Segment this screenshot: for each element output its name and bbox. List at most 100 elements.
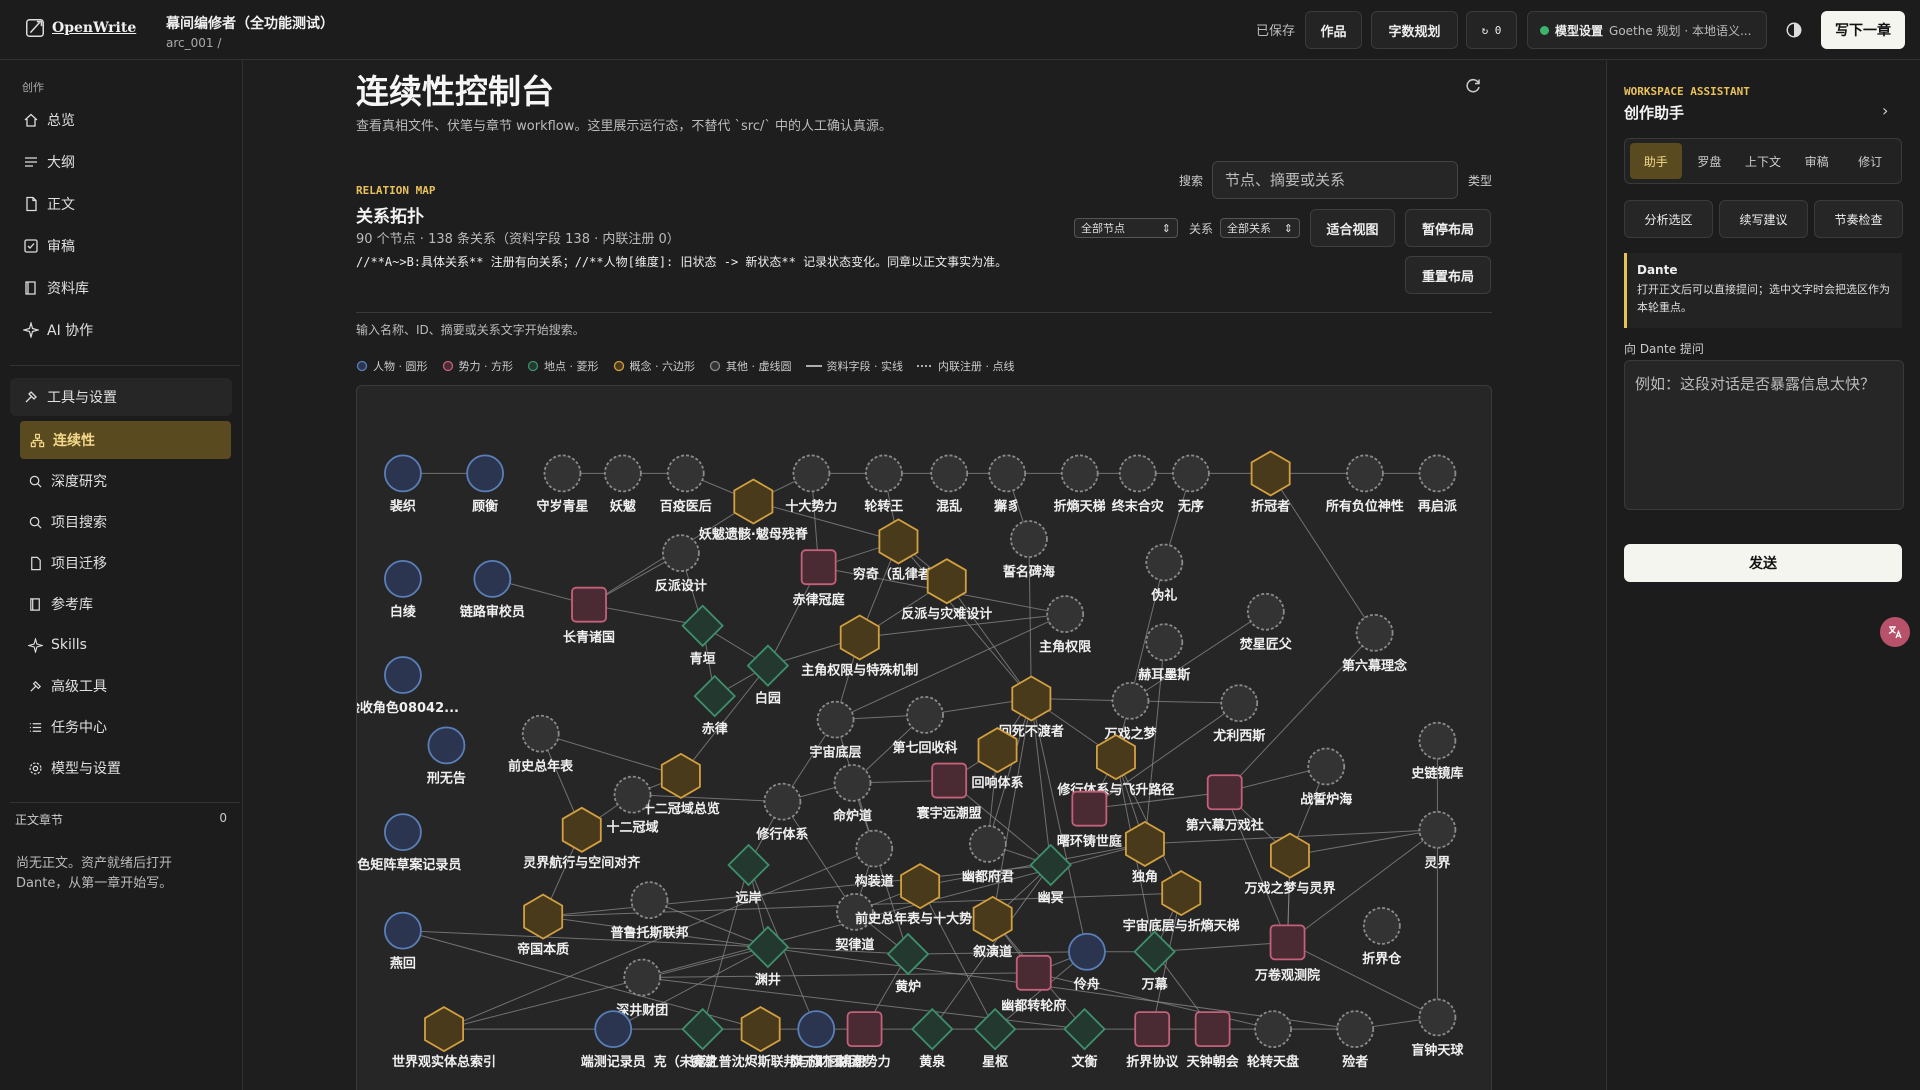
node-shape[interactable]	[466, 454, 505, 493]
pause-layout-button[interactable]: 暂停布局	[1405, 209, 1491, 247]
relation-graph-canvas[interactable]: 裴织 顾衡 守岁青星 妖魃 百疫医后妖魃遗骸·魃母残脊 十大势力 轮转王 混乱 獬豸 折熵天梯 终末…	[357, 386, 1492, 1090]
graph-node-other[interactable]: 誓名碑海	[1003, 520, 1055, 580]
graph-node-place[interactable]: 赤律	[693, 674, 736, 737]
node-shape[interactable]	[1246, 592, 1285, 631]
node-shape[interactable]	[630, 881, 669, 920]
node-shape[interactable]	[1068, 932, 1106, 971]
refresh-icon[interactable]	[1464, 77, 1482, 95]
graph-node-person[interactable]: 刑无告	[427, 726, 466, 786]
graph-node-person[interactable]: 顾衡	[466, 454, 505, 514]
node-shape[interactable]	[727, 843, 770, 887]
sidebar-item-references[interactable]: 参考库	[28, 587, 228, 621]
node-shape[interactable]	[1060, 454, 1099, 493]
graph-node-other[interactable]: 焚星匠父	[1239, 592, 1293, 653]
graph-node-other[interactable]: 主角权限	[1039, 595, 1092, 655]
graph-node-faction[interactable]: 天钟朝会	[1187, 1011, 1240, 1070]
graph-node-person[interactable]: 燕回	[384, 911, 422, 972]
works-button[interactable]: 作品	[1305, 11, 1362, 49]
node-shape[interactable]	[800, 549, 837, 586]
node-shape[interactable]	[1362, 907, 1401, 945]
node-shape[interactable]	[906, 695, 944, 734]
node-type-select[interactable]: 全部节点 ⇕	[1074, 218, 1178, 238]
sidebar-item-skills[interactable]: Skills	[28, 628, 228, 662]
graph-node-other[interactable]: 伪礼	[1145, 543, 1184, 603]
translate-float-button[interactable]	[1880, 617, 1910, 647]
sidebar-item-deep-research[interactable]: 深度研究	[28, 464, 228, 498]
node-shape[interactable]	[1355, 613, 1394, 652]
graph-node-place[interactable]: 万幕	[1133, 930, 1176, 993]
node-shape[interactable]	[1269, 924, 1306, 961]
node-shape[interactable]	[930, 454, 969, 493]
node-shape[interactable]	[1194, 1011, 1231, 1048]
node-shape[interactable]	[1336, 1010, 1375, 1049]
node-shape[interactable]	[594, 1010, 633, 1049]
node-shape[interactable]	[1111, 681, 1150, 720]
graph-node-other[interactable]: 所有负位神性	[1326, 454, 1404, 514]
graph-node-other[interactable]: 混乱	[930, 454, 969, 514]
node-shape[interactable]	[681, 1007, 724, 1051]
tab-compass[interactable]: 罗盘	[1684, 143, 1736, 179]
graph-node-other[interactable]: 百疫医后	[660, 454, 712, 514]
graph-node-other[interactable]: 獬豸	[988, 454, 1027, 514]
graph-node-place[interactable]: 白园	[746, 644, 790, 707]
graph-node-concept[interactable]: 主角权限与特殊机制	[801, 614, 918, 679]
graph-node-concept[interactable]: 万戏之梦与灵界	[1243, 832, 1335, 897]
node-shape[interactable]	[384, 656, 422, 694]
node-shape[interactable]	[792, 454, 831, 493]
node-shape[interactable]	[839, 614, 880, 661]
graph-node-faction[interactable]: 长青诸国	[563, 586, 615, 646]
relation-type-select[interactable]: 全部关系 ⇕	[1220, 218, 1300, 238]
graph-node-faction[interactable]: 第六幕万戏社	[1186, 774, 1264, 833]
graph-node-place[interactable]: 文衡	[1063, 1007, 1106, 1070]
node-shape[interactable]	[746, 925, 790, 969]
node-shape[interactable]	[968, 824, 1007, 863]
node-shape[interactable]	[424, 1006, 464, 1053]
graph-node-place[interactable]: 星枢	[973, 1007, 1017, 1070]
graph-node-concept[interactable]: 帝国本质	[517, 893, 569, 958]
node-shape[interactable]	[384, 813, 422, 852]
node-shape[interactable]	[740, 1006, 781, 1053]
sidebar-item-project-migration[interactable]: 项目迁移	[28, 546, 228, 580]
fit-view-button[interactable]: 适合视图	[1310, 209, 1395, 247]
node-shape[interactable]	[1418, 998, 1457, 1037]
graph-node-other[interactable]: 无序	[1171, 454, 1210, 514]
node-shape[interactable]	[733, 478, 774, 525]
graph-node-person[interactable]: 裴织	[384, 454, 422, 514]
graph-node-other[interactable]: 折界仓	[1362, 907, 1402, 967]
graph-node-concept[interactable]: 灵界航行与空间对齐	[523, 806, 641, 871]
graph-node-other[interactable]: 前史总年表	[508, 714, 574, 775]
graph-node-other[interactable]: 折熵天梯	[1054, 454, 1106, 514]
node-shape[interactable]	[855, 829, 894, 868]
graph-node-other[interactable]: 妖魃	[603, 454, 642, 514]
node-shape[interactable]	[571, 586, 607, 623]
graph-node-place[interactable]: 渊井	[746, 925, 790, 988]
sidebar-item-tools[interactable]: 工具与设置	[20, 379, 232, 415]
graph-node-other[interactable]: 修行体系	[755, 782, 808, 843]
node-shape[interactable]	[427, 726, 466, 765]
node-shape[interactable]	[603, 454, 642, 493]
sidebar-item-ai[interactable]: AI 协作	[20, 312, 232, 348]
ask-input[interactable]	[1624, 360, 1904, 510]
node-shape[interactable]	[1118, 454, 1157, 493]
node-shape[interactable]	[623, 958, 662, 997]
node-shape[interactable]	[1133, 930, 1176, 973]
sidebar-item-review[interactable]: 审稿	[20, 228, 232, 264]
sidebar-item-continuity[interactable]: 连续性	[20, 421, 231, 459]
graph-node-other[interactable]: 深井财团	[616, 958, 668, 1019]
node-shape[interactable]	[846, 1011, 883, 1048]
graph-node-person[interactable]: 角色矩阵草案记录员	[357, 813, 461, 873]
node-shape[interactable]	[1418, 810, 1457, 849]
graph-node-other[interactable]: 幽都府君	[962, 824, 1014, 885]
chevron-right-icon[interactable]: ›	[1882, 101, 1888, 120]
node-shape[interactable]	[926, 558, 967, 605]
tab-context[interactable]: 上下文	[1737, 143, 1789, 179]
node-shape[interactable]	[1161, 870, 1202, 917]
graph-node-other[interactable]: 反派设计	[655, 534, 707, 594]
sidebar-item-model-settings[interactable]: 模型与设置	[28, 751, 228, 785]
node-shape[interactable]	[973, 1007, 1017, 1051]
node-shape[interactable]	[693, 674, 736, 718]
app-logo[interactable]: OpenWrite	[24, 17, 136, 39]
graph-node-other[interactable]: 构装道	[855, 829, 894, 890]
node-shape[interactable]	[1010, 520, 1048, 558]
write-next-chapter-button[interactable]: 写下一章	[1821, 11, 1905, 49]
